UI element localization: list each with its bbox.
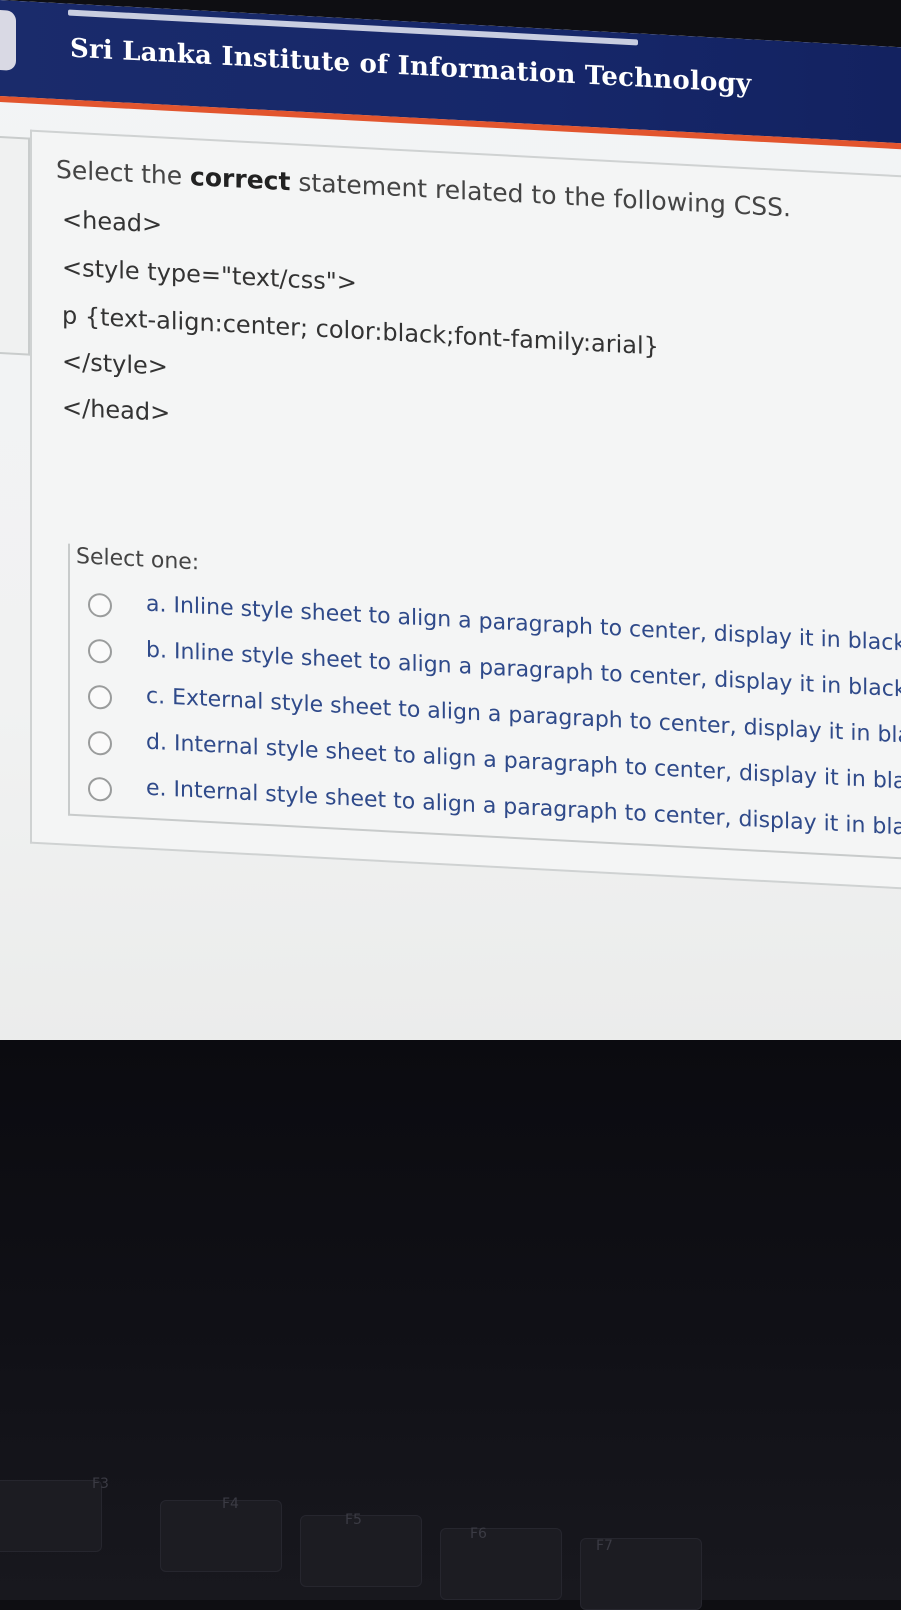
question-box: Select the correct statement related to … <box>30 129 901 891</box>
radio-button[interactable] <box>88 592 112 618</box>
radio-button[interactable] <box>88 684 112 710</box>
question-prefix: Select the <box>56 154 191 191</box>
code-line: <head> <box>62 205 163 239</box>
key-label-f7: F7 <box>596 1538 613 1554</box>
code-line: </head> <box>62 393 171 427</box>
key-label-f5: F5 <box>345 1512 362 1528</box>
key-label-f3: F3 <box>92 1476 109 1492</box>
logo-icon <box>0 9 16 71</box>
select-one-label: Select one: <box>76 543 200 576</box>
code-line: </style> <box>62 347 168 381</box>
answer-block: Select one: a. Inline style sheet to ali… <box>68 543 901 863</box>
browser-screen: Sri Lanka Institute of Information Techn… <box>0 0 901 1148</box>
quiz-navigation-panel[interactable] <box>0 135 30 356</box>
keyboard-key <box>440 1528 562 1600</box>
keyboard-key <box>160 1500 282 1572</box>
keyboard-key <box>0 1480 102 1552</box>
radio-button[interactable] <box>88 730 112 756</box>
site-title: Sri Lanka Institute of Information Techn… <box>70 33 752 100</box>
radio-button[interactable] <box>88 776 112 802</box>
question-suffix: statement related to the following CSS. <box>290 167 791 223</box>
question-text: Select the correct statement related to … <box>56 155 791 223</box>
question-emphasis: correct <box>190 161 291 197</box>
radio-button[interactable] <box>88 638 112 664</box>
site-header: Sri Lanka Institute of Information Techn… <box>0 0 901 150</box>
key-label-f6: F6 <box>470 1526 487 1542</box>
code-line: <style type="text/css"> <box>62 253 357 297</box>
laptop-keyboard: F3 F4 F5 F6 F7 <box>0 1040 901 1610</box>
key-label-f4: F4 <box>222 1496 239 1512</box>
